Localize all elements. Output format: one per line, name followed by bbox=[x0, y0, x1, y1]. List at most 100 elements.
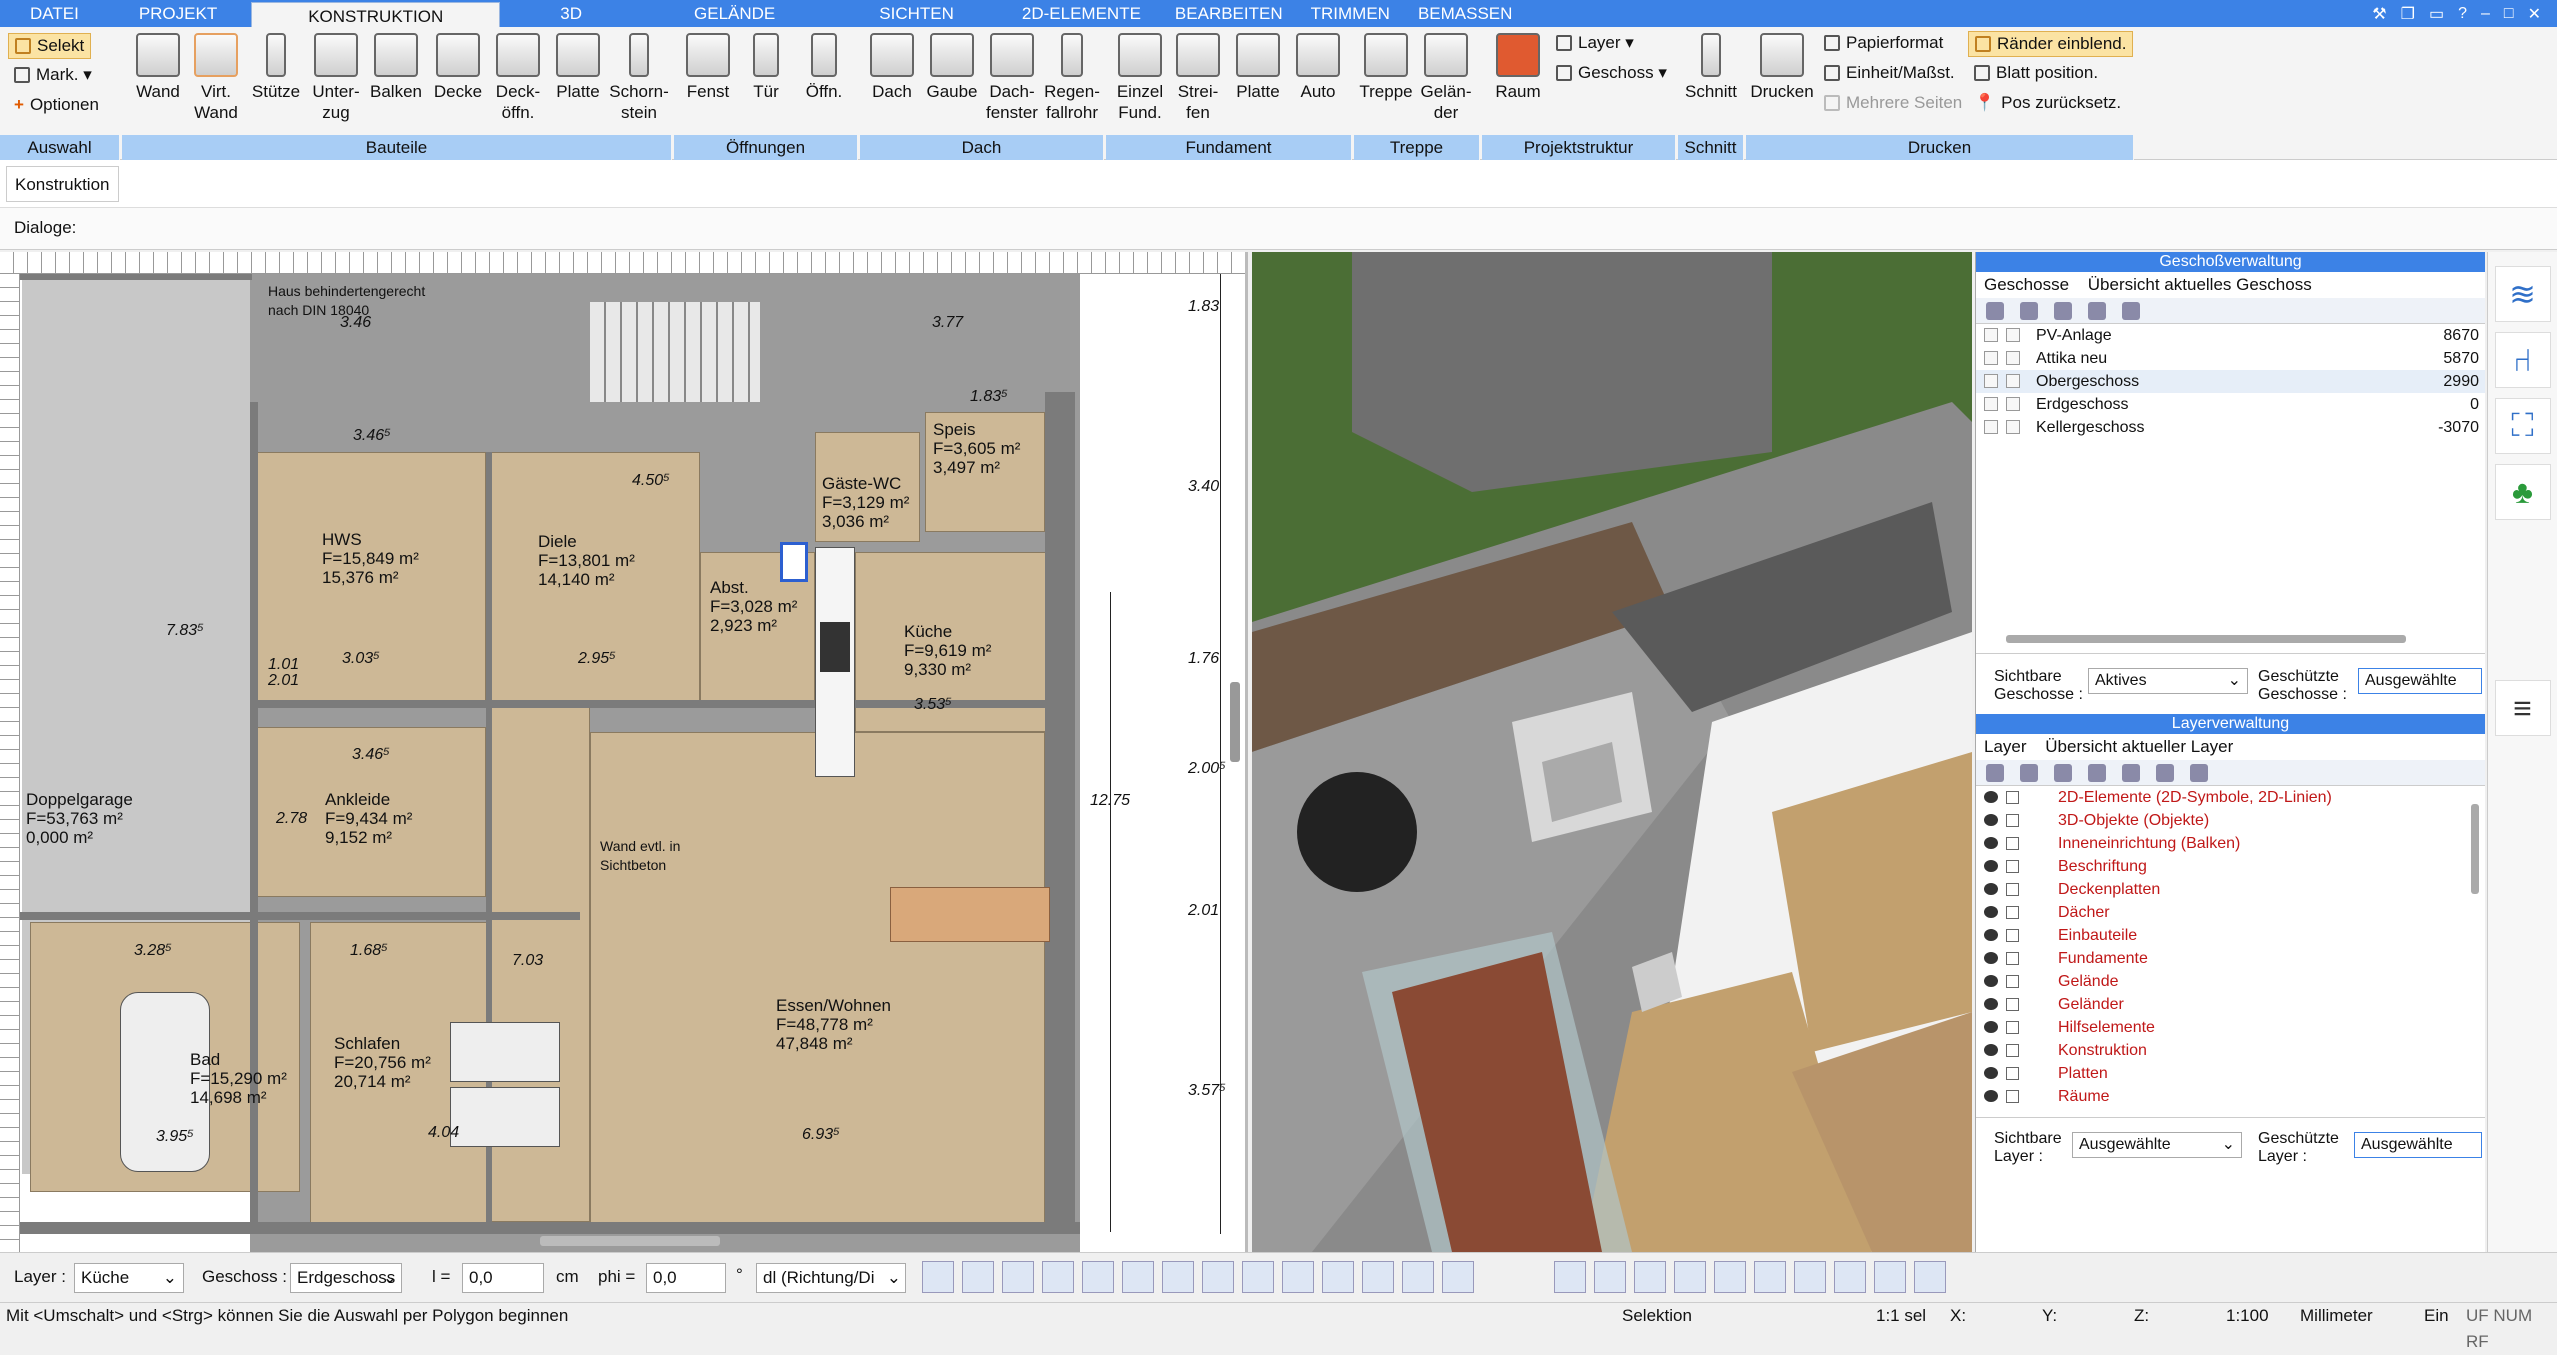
tab-gelaende[interactable]: GELÄNDE bbox=[638, 0, 831, 27]
maximize-icon[interactable]: □ bbox=[2504, 5, 2514, 23]
blatt-position-button[interactable]: Blatt position. bbox=[1974, 61, 2098, 85]
draw-tool-icon[interactable] bbox=[1002, 1261, 1034, 1293]
draw-tool-icon[interactable] bbox=[1402, 1261, 1434, 1293]
layer-row[interactable]: Fundamente bbox=[1976, 947, 2485, 970]
edit-checkbox[interactable] bbox=[2006, 351, 2020, 365]
papierformat-button[interactable]: Papierformat bbox=[1824, 31, 1943, 55]
tab-uebersicht-layer[interactable]: Übersicht aktueller Layer bbox=[2045, 737, 2233, 756]
eye-icon[interactable] bbox=[1984, 975, 1998, 987]
gaube-button[interactable]: Gaube bbox=[922, 33, 982, 102]
layer-button[interactable]: Layer ▾ bbox=[1556, 31, 1634, 55]
pencil-icon[interactable] bbox=[2006, 929, 2019, 942]
tab-trimmen[interactable]: TRIMMEN bbox=[1297, 0, 1404, 27]
copy-floor-icon[interactable] bbox=[2020, 301, 2038, 320]
regenfallrohr-button[interactable]: Regen- fallrohr bbox=[1042, 33, 1102, 123]
eye-icon[interactable] bbox=[1984, 929, 1998, 941]
floor-up-icon[interactable] bbox=[2088, 301, 2106, 320]
layer-row[interactable]: Beschriftung bbox=[1976, 855, 2485, 878]
layer-row[interactable]: 3D-Objekte (Objekte) bbox=[1976, 809, 2485, 832]
layer-scrollbar[interactable] bbox=[2471, 804, 2479, 894]
tab-2d-elemente[interactable]: 2D-ELEMENTE bbox=[1002, 0, 1161, 27]
geschuetzte-geschosse-select[interactable]: Ausgewählte bbox=[2358, 668, 2482, 694]
view-tool-icon[interactable] bbox=[1674, 1261, 1706, 1293]
draw-tool-icon[interactable] bbox=[962, 1261, 994, 1293]
geschoss-row[interactable]: PV-Anlage 8670 bbox=[1976, 324, 2485, 347]
raender-button[interactable]: Ränder einblend. bbox=[1968, 31, 2134, 57]
pencil-icon[interactable] bbox=[2006, 860, 2019, 873]
wand-button[interactable]: Wand bbox=[128, 33, 188, 102]
raum-button[interactable]: Raum bbox=[1490, 33, 1546, 102]
eye-icon[interactable] bbox=[1984, 906, 1998, 918]
view-tool-icon[interactable] bbox=[1914, 1261, 1946, 1293]
edit-checkbox[interactable] bbox=[2006, 420, 2020, 434]
treppe-button[interactable]: Treppe bbox=[1356, 33, 1416, 102]
tab-layer[interactable]: Layer bbox=[1984, 737, 2027, 756]
gelaender-button[interactable]: Gelän- der bbox=[1416, 33, 1476, 123]
view-tool-icon[interactable] bbox=[1554, 1261, 1586, 1293]
view-tool-icon[interactable] bbox=[1594, 1261, 1626, 1293]
eye-icon[interactable] bbox=[1984, 814, 1998, 826]
geschoss-row[interactable]: Attika neu 5870 bbox=[1976, 347, 2485, 370]
geschoss-scrollbar[interactable] bbox=[2006, 635, 2406, 643]
layer-row[interactable]: Hilfselemente bbox=[1976, 1016, 2485, 1039]
layer-row[interactable]: Geländer bbox=[1976, 993, 2485, 1016]
sichtbare-layer-select[interactable]: Ausgewählte ⌄ bbox=[2072, 1132, 2242, 1158]
schornstein-button[interactable]: Schorn- stein bbox=[606, 33, 672, 123]
optionen-button[interactable]: + Optionen bbox=[14, 93, 99, 117]
eye-icon[interactable] bbox=[1984, 837, 1998, 849]
geschoss-row[interactable]: Erdgeschoss 0 bbox=[1976, 393, 2485, 416]
plan-scrollbar-h[interactable] bbox=[540, 1236, 720, 1246]
einheit-button[interactable]: Einheit/Maßst. bbox=[1824, 61, 1955, 85]
geschoss-button[interactable]: Geschoss ▾ bbox=[1556, 61, 1667, 85]
pencil-icon[interactable] bbox=[2006, 791, 2019, 804]
geschoss-field-select[interactable]: Erdgeschoss ⌄ bbox=[290, 1263, 402, 1293]
draw-tool-icon[interactable] bbox=[1362, 1261, 1394, 1293]
tab-konstruktion[interactable]: KONSTRUKTION bbox=[251, 2, 501, 27]
draw-tool-icon[interactable] bbox=[1082, 1261, 1114, 1293]
mark-button[interactable]: Mark. ▾ bbox=[14, 63, 92, 87]
tab-bearbeiten[interactable]: BEARBEITEN bbox=[1161, 0, 1297, 27]
platte-button[interactable]: Platte bbox=[548, 33, 608, 102]
unterzug-button[interactable]: Unter- zug bbox=[306, 33, 366, 123]
zoom-fit-icon[interactable]: ⛶ bbox=[2494, 398, 2551, 454]
dl-select[interactable]: dl (Richtung/Di ⌄ bbox=[756, 1263, 906, 1293]
layer-row[interactable]: Räume bbox=[1976, 1085, 2485, 1108]
tab-3d[interactable]: 3D bbox=[504, 0, 638, 27]
hamburger-icon[interactable]: ≡ bbox=[2494, 680, 2551, 736]
draw-tool-icon[interactable] bbox=[1242, 1261, 1274, 1293]
layer-color-icon[interactable] bbox=[2054, 763, 2072, 782]
layer-row[interactable]: Deckenplatten bbox=[1976, 878, 2485, 901]
eye-icon[interactable] bbox=[1984, 1021, 1998, 1033]
konstruktion-tab[interactable]: Konstruktion bbox=[6, 166, 119, 202]
help-icon[interactable]: ? bbox=[2458, 5, 2467, 23]
pencil-icon[interactable] bbox=[2006, 952, 2019, 965]
view-tool-icon[interactable] bbox=[1714, 1261, 1746, 1293]
stuetze-button[interactable]: Stütze bbox=[248, 33, 304, 102]
room-essen-wohnen[interactable] bbox=[590, 732, 1045, 1232]
3d-view[interactable] bbox=[1252, 252, 1972, 1252]
eye-icon[interactable] bbox=[1984, 1044, 1998, 1056]
layer-settings-icon[interactable] bbox=[2190, 763, 2208, 782]
tuer-button[interactable]: Tür bbox=[738, 33, 794, 102]
draw-tool-icon[interactable] bbox=[1282, 1261, 1314, 1293]
draw-tool-icon[interactable] bbox=[1202, 1261, 1234, 1293]
oeffnung-button[interactable]: Öffn. bbox=[796, 33, 852, 102]
tree-icon[interactable]: ♣ bbox=[2494, 464, 2551, 520]
visible-checkbox[interactable] bbox=[1984, 351, 1998, 365]
dachfenster-button[interactable]: Dach- fenster bbox=[982, 33, 1042, 123]
layer-row[interactable]: Konstruktion bbox=[1976, 1039, 2485, 1062]
window-icon[interactable]: ❐ bbox=[2401, 4, 2415, 24]
pencil-icon[interactable] bbox=[2006, 814, 2019, 827]
floor-settings-icon[interactable] bbox=[2054, 301, 2072, 320]
edit-checkbox[interactable] bbox=[2006, 328, 2020, 342]
view-tool-icon[interactable] bbox=[1754, 1261, 1786, 1293]
draw-tool-icon[interactable] bbox=[1442, 1261, 1474, 1293]
fundament-platte-button[interactable]: Platte bbox=[1228, 33, 1288, 102]
tab-datei[interactable]: DATEI bbox=[0, 0, 109, 27]
deckoeffn-button[interactable]: Deck- öffn. bbox=[488, 33, 548, 123]
schnitt-button[interactable]: Schnitt bbox=[1682, 33, 1740, 102]
drucken-button[interactable]: Drucken bbox=[1750, 33, 1814, 102]
geschuetzte-layer-select[interactable]: Ausgewählte bbox=[2354, 1132, 2482, 1158]
minimize-icon[interactable]: – bbox=[2481, 5, 2490, 23]
eye-icon[interactable] bbox=[1984, 952, 1998, 964]
